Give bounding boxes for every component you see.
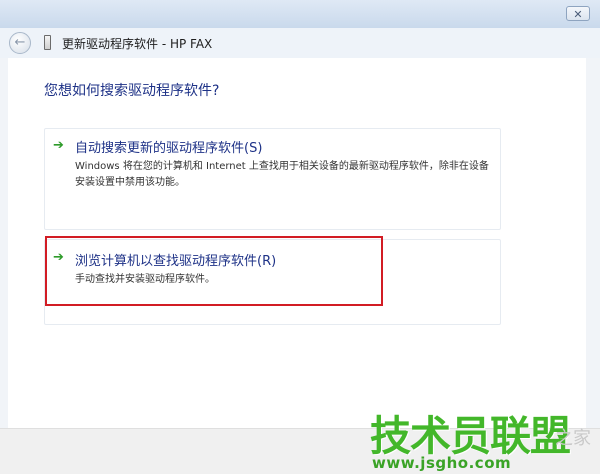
device-icon: [44, 35, 51, 50]
highlight-box: [45, 236, 383, 306]
option-title: 自动搜索更新的驱动程序软件(S): [75, 141, 263, 156]
option-description: Windows 将在您的计算机和 Internet 上查找用于相关设备的最新驱动…: [75, 161, 489, 188]
window-title: 更新驱动程序软件 - HP FAX: [62, 37, 213, 51]
wizard-header: ← 更新驱动程序软件 - HP FAX: [0, 28, 600, 58]
page-question: 您想如何搜索驱动程序软件?: [44, 83, 220, 99]
option-auto-search[interactable]: ➔ 自动搜索更新的驱动程序软件(S) Windows 将在您的计算机和 Inte…: [44, 128, 501, 230]
back-button[interactable]: ←: [9, 32, 31, 54]
back-arrow-icon: ←: [14, 35, 26, 50]
watermark: 技术员联盟 之家 www.jsgho.com: [370, 402, 600, 473]
watermark-brand: 技术员联盟: [370, 412, 571, 460]
green-arrow-icon: ➔: [53, 138, 64, 153]
window-titlebar: ✕: [0, 0, 600, 28]
watermark-url: www.jsgho.com: [372, 454, 512, 472]
watermark-ghost-text: 之家: [555, 428, 591, 449]
close-button[interactable]: ✕: [566, 6, 590, 21]
close-icon: ✕: [573, 8, 583, 21]
